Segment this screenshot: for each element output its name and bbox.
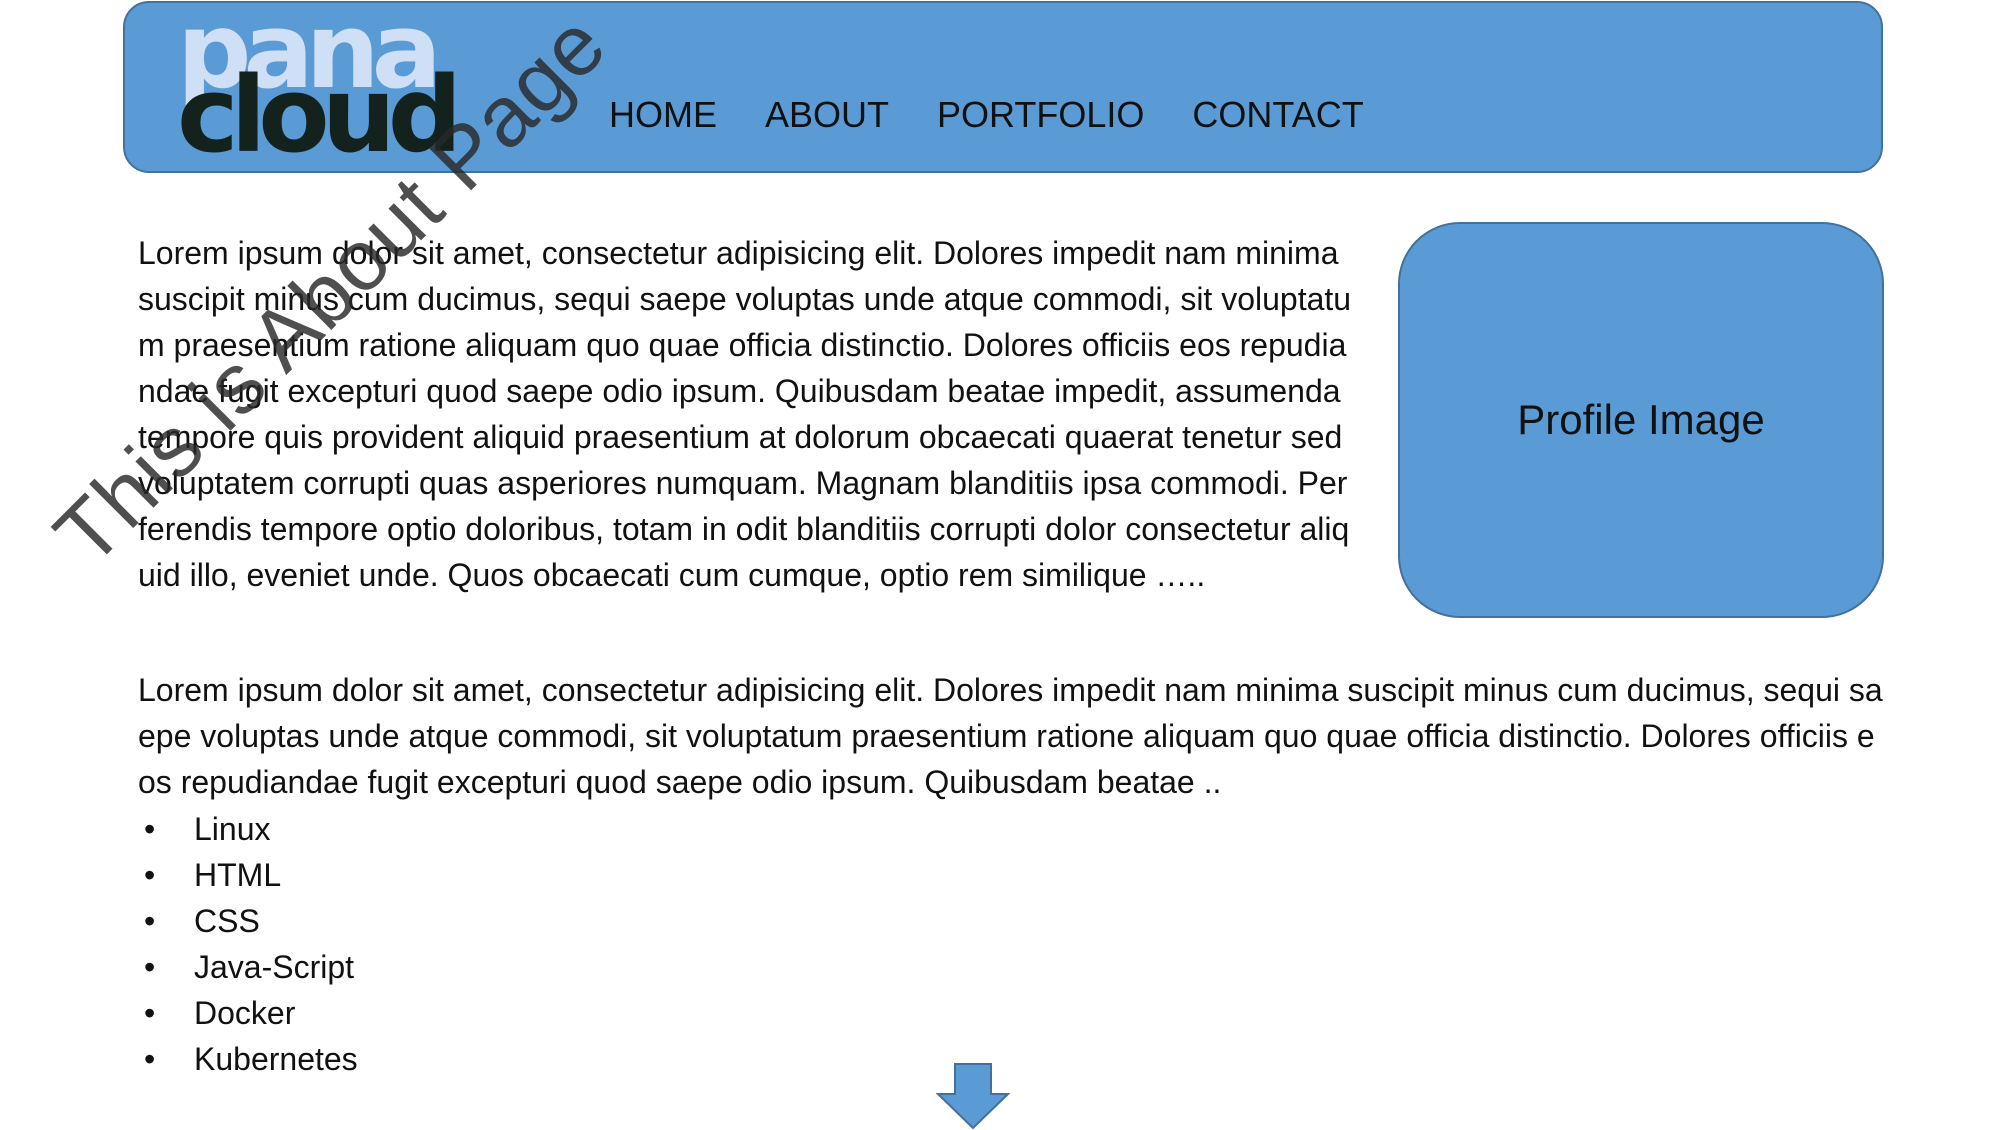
logo-text-bottom: cloud [177,54,462,176]
skills-list: Linux HTML CSS Java-Script Docker Kubern… [138,806,358,1082]
second-paragraph: Lorem ipsum dolor sit amet, consectetur … [138,672,1883,800]
header-bar: pana cloud HOME ABOUT PORTFOLIO CONTACT [123,0,1883,173]
profile-image-placeholder: Profile Image [1398,222,1884,618]
profile-image-label: Profile Image [1517,396,1765,443]
main-nav: HOME ABOUT PORTFOLIO CONTACT [609,97,1364,133]
nav-home[interactable]: HOME [609,97,717,133]
nav-contact[interactable]: CONTACT [1192,97,1363,133]
skill-item-css: CSS [138,898,358,944]
skill-item-javascript: Java-Script [138,944,358,990]
skill-item-html: HTML [138,852,358,898]
nav-portfolio[interactable]: PORTFOLIO [937,97,1144,133]
intro-paragraph: Lorem ipsum dolor sit amet, consectetur … [138,235,1352,593]
down-arrow-icon[interactable] [936,1062,1010,1130]
skill-item-linux: Linux [138,806,358,852]
skill-item-docker: Docker [138,990,358,1036]
skill-item-kubernetes: Kubernetes [138,1036,358,1082]
panacloud-logo[interactable]: pana cloud [177,0,462,167]
nav-about[interactable]: ABOUT [765,97,889,133]
